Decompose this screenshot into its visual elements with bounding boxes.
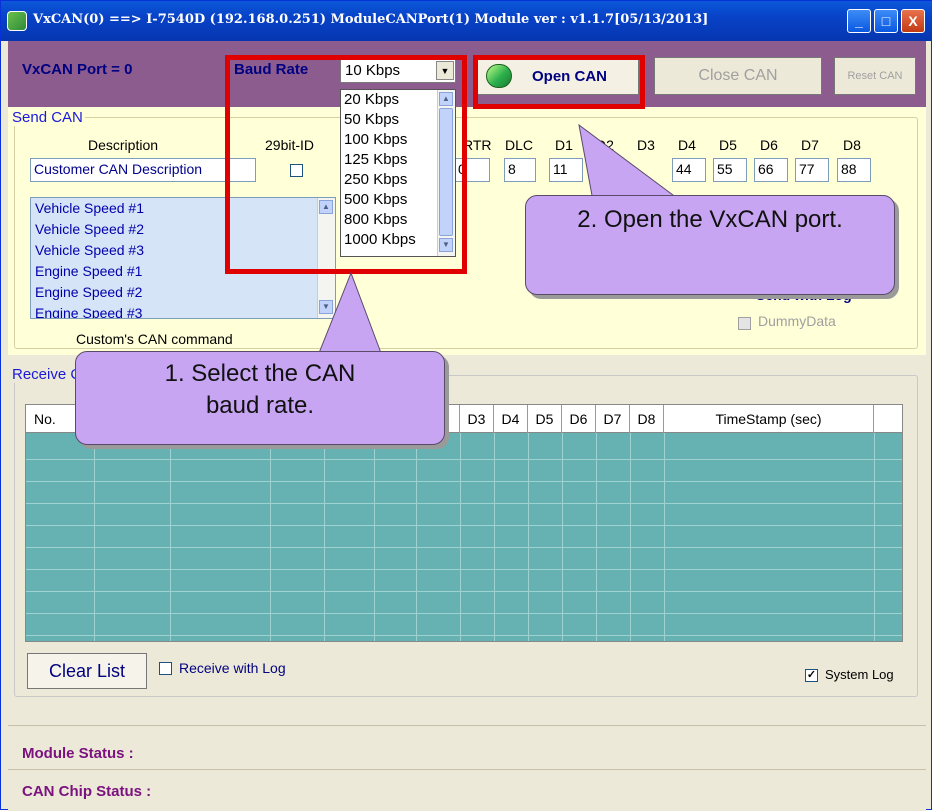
d6-input[interactable]: 66	[754, 158, 788, 182]
chip-status-label: CAN Chip Status :	[22, 783, 152, 800]
dummy-data-checkbox[interactable]	[738, 317, 751, 330]
top-bar: VxCAN Port = 0 Baud Rate 10 Kbps ▼ Open …	[8, 41, 926, 107]
status-divider	[8, 769, 926, 770]
column-header-d6: D6	[562, 405, 596, 433]
grid-line	[26, 459, 902, 460]
app-icon	[7, 11, 27, 31]
description-header: Description	[88, 137, 159, 153]
column-header-d4: D4	[494, 405, 528, 433]
d1-header: D1	[555, 137, 573, 153]
clear-list-button[interactable]: Clear List	[27, 653, 147, 689]
grid-line	[26, 613, 902, 614]
column-header-d8: D8	[630, 405, 664, 433]
send-group-title: Send CAN	[10, 109, 85, 126]
grid-line	[494, 433, 495, 641]
d4-input[interactable]: 44	[672, 158, 706, 182]
grid-line	[170, 433, 171, 641]
step2-callout: 2. Open the VxCAN port.	[525, 195, 895, 295]
list-item[interactable]: Engine Speed #3	[35, 303, 335, 318]
command-list-caption: Custom's CAN command	[76, 331, 233, 347]
grid-line	[26, 635, 902, 636]
grid-line	[94, 433, 95, 641]
receive-with-log-checkbox[interactable]	[159, 662, 172, 675]
close-can-button[interactable]: Close CAN	[654, 57, 822, 95]
grid-line	[26, 525, 902, 526]
status-area: Module Status : CAN Chip Status :	[8, 701, 926, 811]
column-header-timestamp: TimeStamp (sec)	[664, 405, 874, 433]
list-item[interactable]: Engine Speed #2	[35, 282, 335, 303]
app-window: VxCAN(0) ==> I-7540D (192.168.0.251) Mod…	[0, 0, 932, 811]
grid-line	[528, 433, 529, 641]
d5-input[interactable]: 55	[713, 158, 747, 182]
step1-callout: 1. Select the CAN baud rate.	[75, 351, 445, 445]
close-window-button[interactable]: X	[901, 9, 925, 33]
title-bar[interactable]: VxCAN(0) ==> I-7540D (192.168.0.251) Mod…	[1, 1, 932, 41]
grid-line	[26, 547, 902, 548]
d2-header: D2	[596, 137, 614, 153]
maximize-button[interactable]: □	[874, 9, 898, 33]
minimize-button[interactable]: _	[847, 9, 871, 33]
system-log-checkbox[interactable]: ✓	[805, 669, 818, 682]
rtr-header: RTR	[463, 137, 492, 153]
grid-line	[26, 481, 902, 482]
grid-line	[664, 433, 665, 641]
grid-line	[324, 433, 325, 641]
open-can-highlight	[473, 55, 645, 109]
d6-header: D6	[760, 137, 778, 153]
d8-header: D8	[843, 137, 861, 153]
d7-input[interactable]: 77	[795, 158, 829, 182]
d3-header: D3	[637, 137, 655, 153]
system-log-label: System Log	[825, 667, 894, 682]
grid-line	[374, 433, 375, 641]
dummy-data-label: DummyData	[758, 313, 836, 329]
dlc-input[interactable]: 8	[504, 158, 536, 182]
d5-header: D5	[719, 137, 737, 153]
port-label: VxCAN Port = 0	[22, 61, 133, 78]
grid-line	[416, 433, 417, 641]
description-input[interactable]: Customer CAN Description	[30, 158, 256, 182]
receive-with-log-label: Receive with Log	[179, 660, 286, 676]
dlc-header: DLC	[505, 137, 534, 153]
column-header-d7: D7	[596, 405, 630, 433]
window-title: VxCAN(0) ==> I-7540D (192.168.0.251) Mod…	[33, 12, 709, 27]
grid-line	[270, 433, 271, 641]
module-status-label: Module Status :	[22, 745, 134, 762]
grid-line	[596, 433, 597, 641]
scroll-down-icon[interactable]: ▼	[319, 300, 333, 314]
column-header-d5: D5	[528, 405, 562, 433]
d4-header: D4	[678, 137, 696, 153]
baud-rate-highlight	[225, 55, 467, 274]
grid-line	[562, 433, 563, 641]
grid-line	[460, 433, 461, 641]
d8-input[interactable]: 88	[837, 158, 871, 182]
d1-input[interactable]: 11	[549, 158, 583, 182]
grid-line	[874, 433, 875, 641]
grid-line	[26, 503, 902, 504]
status-divider	[8, 725, 926, 726]
grid-line	[630, 433, 631, 641]
grid-line	[26, 591, 902, 592]
grid-line	[26, 569, 902, 570]
column-header-d3: D3	[460, 405, 494, 433]
d7-header: D7	[801, 137, 819, 153]
reset-can-button[interactable]: Reset CAN	[834, 57, 916, 95]
